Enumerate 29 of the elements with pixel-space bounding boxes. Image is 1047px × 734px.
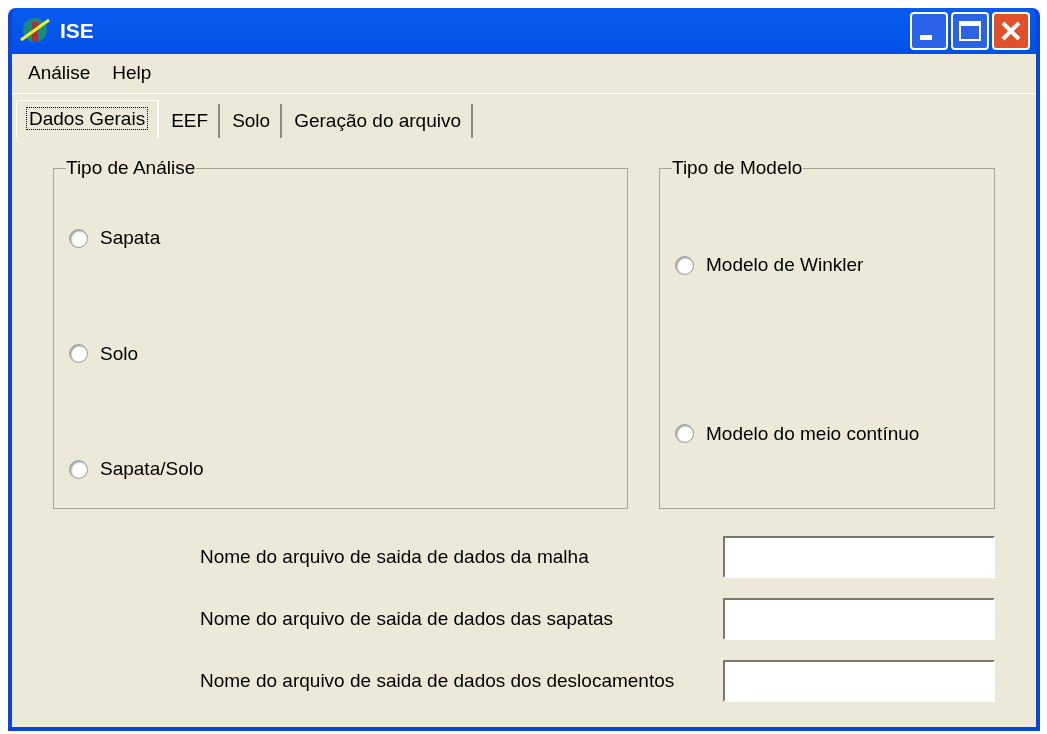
radio-label: Solo (100, 341, 139, 366)
maximize-icon (959, 21, 981, 41)
close-button[interactable] (992, 12, 1030, 50)
tab[interactable]: EEF (161, 104, 221, 138)
radio-label: Modelo do meio contínuo (706, 421, 920, 446)
field-label: Nome do arquivo de saida de dados da malha (200, 544, 589, 569)
radio-button[interactable] (69, 344, 88, 364)
radio-button[interactable] (69, 228, 88, 248)
radio-label: Modelo de Winkler (706, 253, 864, 277)
menu-item[interactable]: Help (112, 59, 152, 88)
input-field[interactable] (723, 536, 995, 578)
radio-button[interactable] (675, 424, 694, 444)
field-label: Nome do arquivo de saida de dados das sapatas (200, 606, 613, 631)
maximize-button[interactable] (951, 12, 989, 50)
input-field[interactable] (723, 660, 995, 702)
input-field[interactable] (723, 598, 995, 640)
tab[interactable]: Solo (222, 104, 283, 138)
minimize-button[interactable] (910, 12, 948, 50)
tab[interactable]: Geração do arquivo (284, 104, 474, 138)
radio-button[interactable] (675, 255, 694, 275)
window-title: ISE (60, 18, 94, 45)
radio-label: Sapata (100, 226, 161, 250)
tab[interactable]: Dados Gerais (16, 100, 160, 138)
radio-button[interactable] (69, 459, 88, 479)
minimize-icon (920, 35, 932, 40)
radio-label: Sapata/Solo (100, 457, 204, 481)
field-label: Nome do arquivo de saida de dados dos deslocamentos (200, 668, 675, 693)
menu-item[interactable]: Análise (28, 59, 91, 88)
close-icon (1000, 20, 1022, 42)
